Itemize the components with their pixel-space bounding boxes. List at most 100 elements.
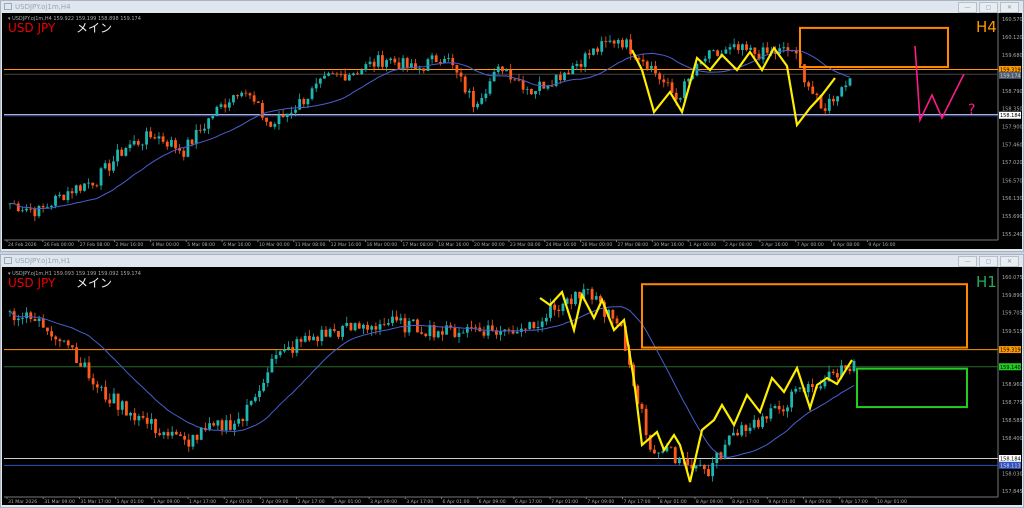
candle-body bbox=[237, 418, 241, 424]
candle-body bbox=[666, 82, 670, 84]
time-tick-label: 8 Apr 01:00 bbox=[660, 499, 687, 505]
candle-body bbox=[748, 427, 752, 431]
price-tick-label: 158.350 bbox=[1002, 107, 1022, 113]
candle-body bbox=[586, 288, 590, 290]
candle-body bbox=[574, 291, 577, 305]
candle-body bbox=[25, 208, 28, 211]
candle-body bbox=[353, 323, 357, 331]
time-tick-label: 30 Mar 16:00 bbox=[653, 242, 684, 248]
candle-body bbox=[678, 98, 682, 100]
candle-body bbox=[120, 401, 124, 410]
candle-body bbox=[287, 347, 290, 350]
candle-body bbox=[124, 147, 128, 156]
candle-body bbox=[480, 98, 484, 104]
candle-body bbox=[347, 75, 351, 81]
candle-body bbox=[484, 93, 488, 99]
candle-body bbox=[132, 140, 136, 145]
maximize-button[interactable]: ▢ bbox=[979, 2, 998, 13]
candle-body bbox=[376, 55, 380, 67]
maximize-button[interactable]: ▢ bbox=[979, 256, 998, 267]
candle-body bbox=[58, 194, 62, 196]
candle-body bbox=[368, 61, 372, 65]
candle-body bbox=[403, 318, 407, 333]
candle-body bbox=[399, 318, 403, 321]
candle-body bbox=[515, 331, 519, 334]
candle-body bbox=[482, 331, 486, 336]
candle-body bbox=[285, 113, 289, 118]
candle-body bbox=[653, 449, 656, 454]
candle-body bbox=[492, 71, 496, 82]
candle-body bbox=[270, 358, 274, 373]
candle-body bbox=[170, 431, 174, 436]
candle-body bbox=[95, 185, 99, 187]
time-tick-label: 3 Apr 17:00 bbox=[406, 499, 433, 505]
candle-body bbox=[670, 82, 674, 93]
candle-body bbox=[66, 191, 70, 201]
candle-body bbox=[525, 88, 529, 90]
candle-body bbox=[549, 304, 552, 318]
price-tick-label: 158.400 bbox=[1002, 436, 1022, 442]
candle-body bbox=[228, 420, 232, 430]
candle-body bbox=[145, 417, 149, 424]
candle-body bbox=[532, 322, 536, 329]
candle-body bbox=[374, 326, 378, 330]
candle-body bbox=[366, 324, 369, 330]
candle-body bbox=[736, 44, 740, 51]
candle-body bbox=[87, 362, 91, 379]
candle-body bbox=[418, 68, 422, 70]
candle-body bbox=[827, 98, 831, 111]
candle-body bbox=[702, 464, 706, 470]
candle-body bbox=[46, 327, 49, 332]
close-button[interactable]: ✕ bbox=[1000, 2, 1019, 13]
candle-body bbox=[161, 136, 165, 142]
candle-body bbox=[811, 384, 814, 387]
candle-body bbox=[756, 419, 760, 428]
candle-body bbox=[70, 191, 74, 194]
h4-chart[interactable]: 160.570 160.120 159.680 158.790 158.350 157.9… bbox=[2, 13, 1022, 249]
question-mark: ? bbox=[968, 102, 975, 118]
candle-body bbox=[70, 345, 74, 348]
candle-body bbox=[716, 50, 719, 56]
candle-body bbox=[62, 194, 66, 201]
close-button[interactable]: ✕ bbox=[1000, 256, 1019, 267]
time-tick-label: 9 Apr 09:00 bbox=[805, 499, 832, 505]
price-tick-label: 158.030 bbox=[1002, 471, 1022, 477]
candle-body bbox=[712, 50, 715, 52]
candle-body bbox=[662, 79, 666, 83]
candle-body bbox=[773, 405, 777, 409]
time-tick-label: 10 Apr 01:00 bbox=[877, 499, 907, 505]
candle-body bbox=[474, 327, 478, 329]
chart-window-icon bbox=[4, 257, 12, 264]
time-tick-label: 6 Mar 16:00 bbox=[223, 242, 251, 248]
time-tick-label: 2 Apr 09:00 bbox=[261, 499, 288, 505]
candle-body bbox=[153, 137, 157, 139]
minimize-button[interactable]: — bbox=[958, 2, 977, 13]
zone-box bbox=[641, 283, 968, 349]
candle-body bbox=[240, 92, 244, 97]
candle-body bbox=[852, 360, 856, 372]
candle-body bbox=[641, 59, 645, 62]
candle-body bbox=[186, 139, 190, 157]
candle-body bbox=[752, 419, 756, 428]
time-tick-label: 31 Mar 2026 bbox=[8, 499, 37, 505]
candle-body bbox=[95, 384, 99, 388]
minimize-button[interactable]: — bbox=[958, 256, 977, 267]
candle-body bbox=[294, 109, 297, 113]
time-tick-label: 8 Apr 09:00 bbox=[696, 499, 723, 505]
h1-chart[interactable]: 160.075 159.890 159.705 159.515 158.960 158.7… bbox=[2, 267, 1022, 505]
candle-body bbox=[677, 458, 681, 464]
candle-body bbox=[524, 328, 527, 330]
candle-body bbox=[538, 81, 542, 91]
candle-body bbox=[782, 47, 786, 49]
time-tick-label: 3 Apr 16:00 bbox=[761, 242, 788, 248]
candle-body bbox=[306, 98, 310, 105]
price-tick-label: 157.020 bbox=[1002, 160, 1022, 166]
candle-body bbox=[194, 129, 198, 145]
candle-body bbox=[207, 118, 211, 129]
h4-title-bar: USDJPY.oj1m,H4 — ▢ ✕ bbox=[1, 1, 1023, 13]
candle-body bbox=[125, 401, 128, 416]
candle-body bbox=[104, 386, 108, 400]
candle-body bbox=[62, 340, 66, 342]
candle-body bbox=[21, 210, 24, 212]
time-tick-label: 27 Mar 08:00 bbox=[617, 242, 648, 248]
